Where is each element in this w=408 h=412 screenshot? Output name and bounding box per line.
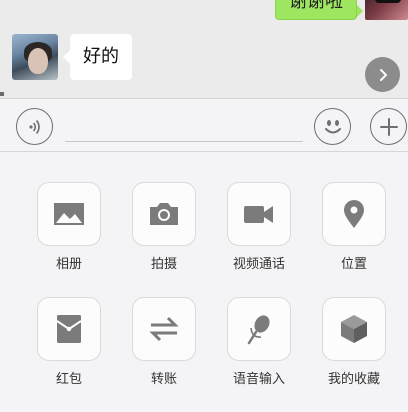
- tile-label: 转账: [150, 372, 177, 387]
- tile-label: 语音输入: [232, 372, 285, 387]
- plus-icon: [379, 117, 398, 136]
- emoji-button[interactable]: [314, 108, 351, 145]
- next-button[interactable]: [365, 57, 400, 92]
- avatar-glasses: [375, 0, 401, 3]
- avatar-face: [28, 48, 48, 74]
- album-tile[interactable]: [37, 182, 101, 246]
- location-pin-icon: [344, 200, 364, 228]
- voice-toggle-button[interactable]: [16, 108, 53, 145]
- chat-area: 谢谢啦 好的: [0, 0, 408, 98]
- edge-artifact: [0, 92, 4, 96]
- my-avatar[interactable]: [365, 0, 408, 20]
- location-tile[interactable]: [322, 182, 386, 246]
- more-functions-button[interactable]: [370, 108, 407, 145]
- video-call-tile[interactable]: [227, 182, 291, 246]
- microphone-icon: [247, 315, 270, 345]
- transfer-tile[interactable]: [132, 297, 196, 361]
- tile-label: 红包: [55, 372, 82, 387]
- message-input[interactable]: [65, 141, 303, 142]
- chevron-right-icon: [379, 68, 387, 81]
- tile-label: 相册: [55, 257, 82, 272]
- contact-avatar[interactable]: [12, 34, 58, 80]
- tile-label: 我的收藏: [327, 372, 380, 387]
- outgoing-message-bubble[interactable]: 谢谢啦: [275, 0, 363, 20]
- transfer-icon: [149, 316, 179, 342]
- camera-icon: [150, 203, 178, 225]
- incoming-message-bubble[interactable]: 好的: [63, 34, 132, 80]
- camera-tile[interactable]: [132, 182, 196, 246]
- function-panel: 相册 拍摄 视频通话 位置 红包 转账 语音输入 我的收藏: [0, 152, 408, 412]
- voice-input-tile[interactable]: [227, 297, 291, 361]
- input-bar: [0, 98, 408, 152]
- smiley-icon: [324, 119, 341, 133]
- voice-wave-icon: [28, 119, 40, 134]
- tile-label: 视频通话: [232, 257, 285, 272]
- tile-label: 位置: [340, 257, 367, 272]
- video-call-icon: [244, 206, 273, 223]
- red-packet-tile[interactable]: [37, 297, 101, 361]
- photo-album-icon: [54, 203, 84, 225]
- red-packet-icon: [56, 315, 82, 343]
- favorites-tile[interactable]: [322, 297, 386, 361]
- tile-label: 拍摄: [150, 257, 177, 272]
- favorites-box-icon: [341, 315, 367, 343]
